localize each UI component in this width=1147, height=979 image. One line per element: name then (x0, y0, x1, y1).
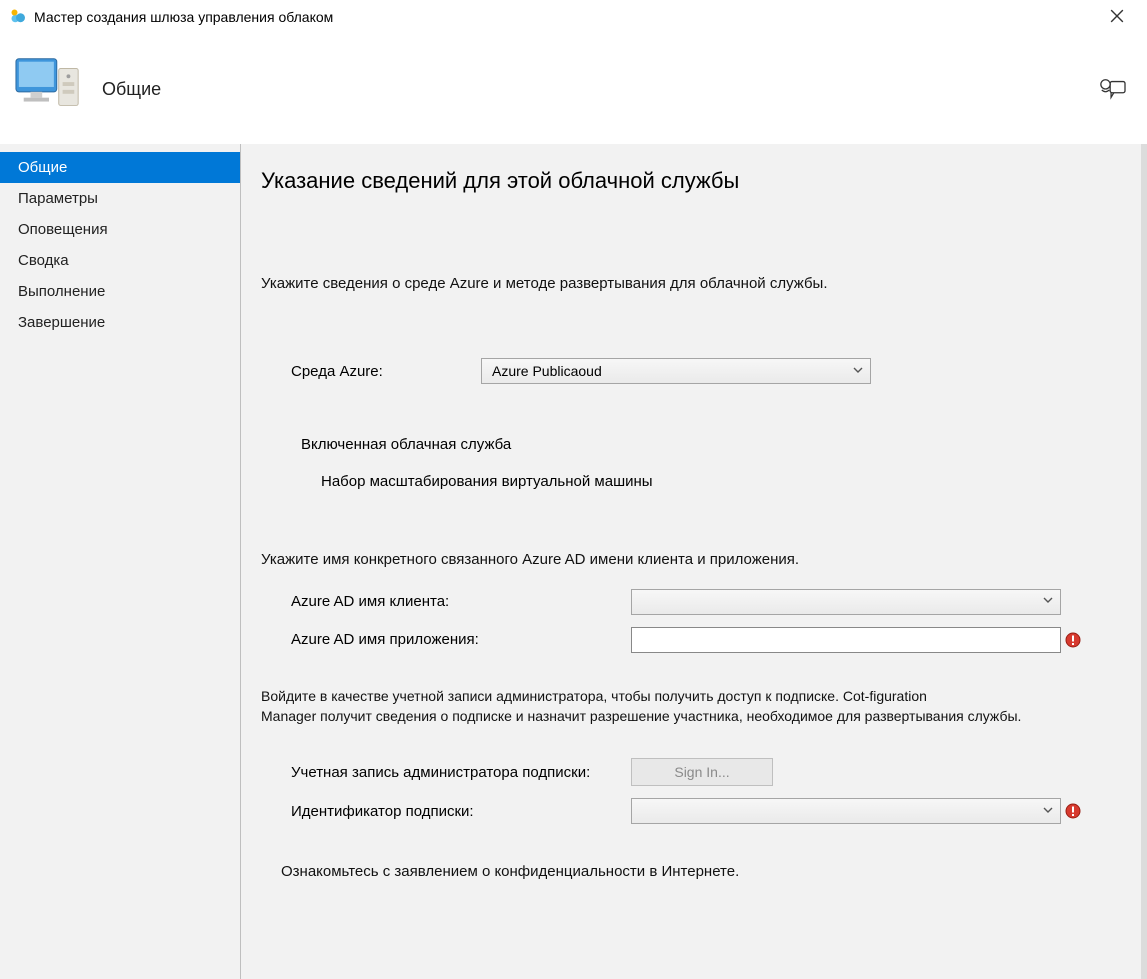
tenant-intro-text: Укажите имя конкретного связанного Azure… (261, 550, 1117, 570)
chevron-down-icon (852, 364, 864, 379)
sign-in-label: Sign In... (674, 764, 729, 780)
body: Общие Параметры Оповещения Сводка Выполн… (0, 144, 1147, 979)
error-icon (1065, 632, 1081, 648)
row-admin-account: Учетная запись администратора подписки: … (261, 758, 1117, 786)
scrollbar[interactable] (1141, 144, 1147, 979)
row-subscription-id: Идентификатор подписки: (261, 798, 1117, 824)
row-tenant-name: Azure AD имя клиента: (261, 589, 1117, 615)
azure-environment-label: Среда Azure: (291, 363, 481, 380)
tenant-name-label: Azure AD имя клиента: (261, 593, 631, 610)
feedback-icon[interactable] (1097, 76, 1127, 102)
sidebar-item-label: Выполнение (18, 283, 105, 300)
vm-scale-set-label: Набор масштабирования виртуальной машины (261, 473, 1117, 490)
sidebar: Общие Параметры Оповещения Сводка Выполн… (0, 144, 241, 979)
sidebar-item-summary[interactable]: Сводка (0, 245, 240, 276)
sidebar-item-progress[interactable]: Выполнение (0, 276, 240, 307)
sidebar-item-label: Общие (18, 159, 67, 176)
sidebar-item-completion[interactable]: Завершение (0, 307, 240, 338)
sidebar-item-label: Завершение (18, 314, 105, 331)
sign-in-button[interactable]: Sign In... (631, 758, 773, 786)
sidebar-item-alerts[interactable]: Оповещения (0, 214, 240, 245)
title-bar: Мастер создания шлюза управления облаком (0, 0, 1147, 34)
sidebar-item-parameters[interactable]: Параметры (0, 183, 240, 214)
tenant-name-dropdown[interactable] (631, 589, 1061, 615)
page-heading: Указание сведений для этой облачной служ… (261, 168, 1117, 194)
sidebar-item-label: Оповещения (18, 221, 108, 238)
app-name-input[interactable] (631, 627, 1061, 653)
sidebar-item-label: Сводка (18, 252, 69, 269)
content: Указание сведений для этой облачной служ… (241, 144, 1147, 979)
app-icon (10, 8, 28, 26)
azure-environment-dropdown[interactable]: Azure Publicaoud (481, 358, 871, 384)
row-azure-environment: Среда Azure: Azure Publicaoud (261, 358, 1117, 384)
banner-page-name: Общие (102, 79, 1097, 100)
banner: Общие (0, 34, 1147, 144)
enabled-cloud-service-label: Включенная облачная служба (261, 436, 1117, 453)
privacy-link[interactable]: Ознакомьтесь с заявлением о конфиденциал… (261, 862, 1117, 882)
row-app-name: Azure AD имя приложения: (261, 627, 1117, 653)
app-name-label: Azure AD имя приложения: (261, 631, 631, 648)
sidebar-item-general[interactable]: Общие (0, 152, 240, 183)
window-title: Мастер создания шлюза управления облаком (34, 9, 1097, 25)
chevron-down-icon (1042, 804, 1054, 819)
sidebar-item-label: Параметры (18, 190, 98, 207)
chevron-down-icon (1042, 594, 1054, 609)
azure-environment-value: Azure Publicaoud (492, 363, 602, 379)
intro-text: Укажите сведения о среде Azure и методе … (261, 274, 1117, 294)
subscription-id-label: Идентификатор подписки: (261, 803, 631, 820)
subscription-id-dropdown[interactable] (631, 798, 1061, 824)
admin-intro-line1: Войдите в качестве учетной записи админи… (261, 687, 1117, 706)
close-button[interactable] (1097, 7, 1137, 28)
computer-icon (14, 54, 84, 124)
error-icon (1065, 803, 1081, 819)
admin-intro-line2: Manager получит сведения о подписке и на… (261, 707, 1117, 726)
admin-account-label: Учетная запись администратора подписки: (261, 764, 631, 781)
